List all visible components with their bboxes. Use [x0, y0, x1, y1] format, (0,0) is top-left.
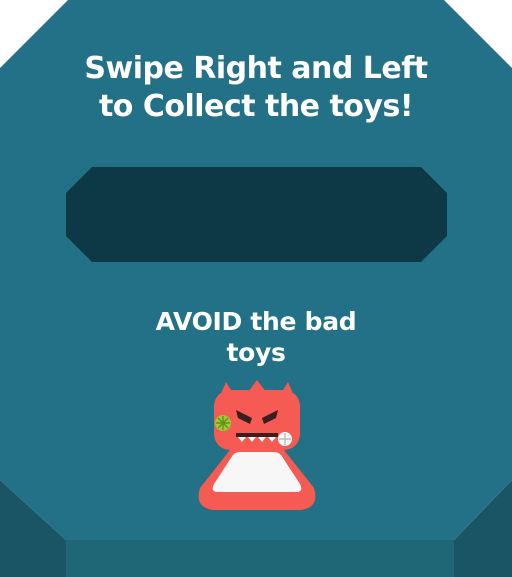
warning-text: AVOID the bad toys — [0, 306, 512, 368]
collect-bar — [66, 167, 447, 262]
instructions-line-2: to Collect the toys! — [98, 89, 414, 124]
game-screen[interactable]: Swipe Right and Left to Collect the toys… — [0, 0, 512, 577]
instructions-text: Swipe Right and Left to Collect the toys… — [0, 50, 512, 126]
angry-red-monster-icon — [198, 380, 316, 510]
warning-line-2: toys — [226, 338, 286, 367]
board-front-face — [66, 540, 454, 577]
warning-line-1: AVOID the bad — [155, 307, 357, 336]
instructions-line-1: Swipe Right and Left — [84, 51, 428, 86]
